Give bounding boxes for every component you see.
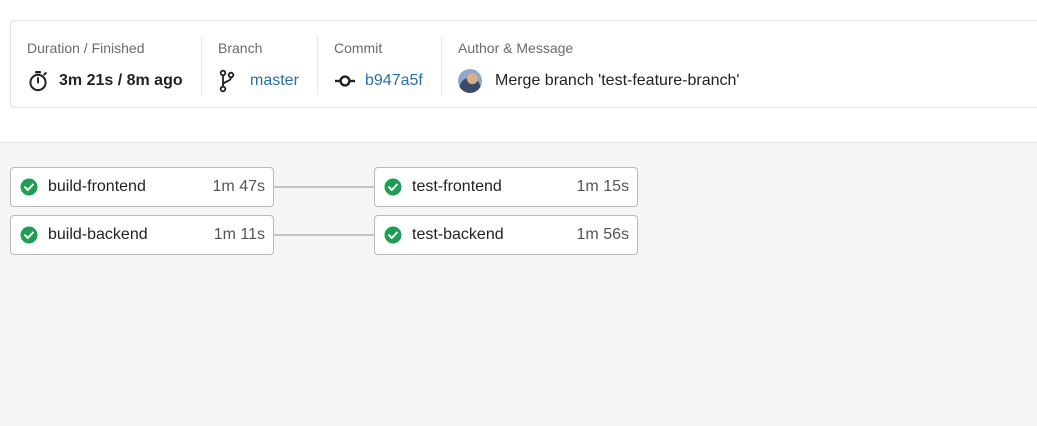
divider: [201, 36, 202, 94]
success-check-icon: [384, 178, 402, 196]
branch-icon: [218, 69, 236, 93]
success-check-icon: [20, 178, 38, 196]
job-name: build-frontend: [48, 178, 146, 195]
duration-label: Duration / Finished: [27, 40, 145, 56]
commit-value: b947a5f: [334, 69, 423, 93]
pipeline-summary-panel: Duration / Finished 3m 21s / 8m ago Bran…: [0, 0, 1037, 143]
stopwatch-icon: [27, 70, 49, 92]
job-connector: [273, 186, 374, 188]
author-value: Merge branch 'test-feature-branch': [458, 69, 739, 93]
branch-value: master: [218, 69, 299, 93]
job-test-frontend[interactable]: test-frontend 1m 15s: [374, 167, 638, 207]
commit-link[interactable]: b947a5f: [365, 72, 423, 90]
branch-label: Branch: [218, 40, 263, 56]
pipeline-graph: build-frontend 1m 47s build-backend 1m 1…: [0, 143, 1037, 426]
job-connector: [273, 234, 374, 236]
job-test-backend[interactable]: test-backend 1m 56s: [374, 215, 638, 255]
commit-message: Merge branch 'test-feature-branch': [495, 72, 740, 89]
commit-icon: [334, 74, 356, 88]
job-name: test-frontend: [412, 178, 502, 195]
job-duration: 1m 56s: [576, 226, 629, 243]
pipeline-summary-card: Duration / Finished 3m 21s / 8m ago Bran…: [10, 20, 1037, 108]
divider: [317, 36, 318, 94]
author-label: Author & Message: [458, 40, 574, 56]
job-name: test-backend: [412, 226, 504, 243]
success-check-icon: [20, 226, 38, 244]
divider: [441, 36, 442, 94]
commit-label: Commit: [334, 40, 383, 56]
duration-text: 3m 21s / 8m ago: [59, 72, 183, 89]
job-duration: 1m 15s: [576, 178, 629, 195]
job-duration: 1m 47s: [212, 178, 265, 195]
job-duration: 1m 11s: [213, 226, 265, 243]
avatar[interactable]: [458, 69, 482, 93]
branch-link[interactable]: master: [250, 72, 299, 90]
duration-value: 3m 21s / 8m ago: [27, 69, 183, 93]
job-build-backend[interactable]: build-backend 1m 11s: [10, 215, 274, 255]
job-name: build-backend: [48, 226, 148, 243]
success-check-icon: [384, 226, 402, 244]
job-build-frontend[interactable]: build-frontend 1m 47s: [10, 167, 274, 207]
